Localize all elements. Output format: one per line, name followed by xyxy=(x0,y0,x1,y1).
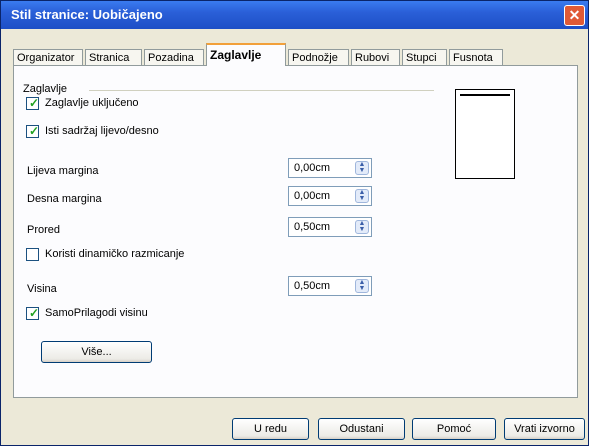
spin-value[interactable]: 0,50cm xyxy=(294,221,330,233)
right-margin-label: Desna margina xyxy=(27,193,102,205)
right-margin-spinbox[interactable]: 0,00cm ▲ ▼ xyxy=(288,186,372,206)
spin-arrows-icon[interactable]: ▲ ▼ xyxy=(355,189,369,203)
checkbox-label: SamoPrilagodi visinu xyxy=(45,307,148,319)
checkmark-icon: ✓ xyxy=(29,306,40,320)
section-divider xyxy=(89,90,434,91)
checkbox[interactable]: ✓ xyxy=(26,124,40,138)
left-margin-spinbox[interactable]: 0,00cm ▲ ▼ xyxy=(288,158,372,178)
help-button[interactable]: Pomoć xyxy=(412,418,496,440)
tab-organizator[interactable]: Organizator xyxy=(13,49,83,66)
spacing-spinbox[interactable]: 0,50cm ▲ ▼ xyxy=(288,217,372,237)
height-spinbox[interactable]: 0,50cm ▲ ▼ xyxy=(288,276,372,296)
spin-value[interactable]: 0,00cm xyxy=(294,190,330,202)
window-title: Stil stranice: Uobičajeno xyxy=(11,7,163,22)
checkmark-icon: ✓ xyxy=(29,124,40,138)
checkbox-label: Zaglavlje uključeno xyxy=(45,97,139,109)
page-preview xyxy=(455,89,515,179)
checkbox[interactable]: ✓ xyxy=(26,96,40,110)
close-icon: ✕ xyxy=(568,7,581,23)
checkbox-label: Isti sadržaj lijevo/desno xyxy=(45,125,159,137)
tab-stranica[interactable]: Stranica xyxy=(85,49,142,66)
section-title: Zaglavlje xyxy=(23,83,68,95)
tab-pozadina[interactable]: Pozadina xyxy=(144,49,204,66)
cancel-button[interactable]: Odustani xyxy=(318,418,405,440)
checkmark-icon: ✓ xyxy=(29,96,40,110)
spin-arrows-icon[interactable]: ▲ ▼ xyxy=(355,161,369,175)
tab-rubovi[interactable]: Rubovi xyxy=(351,49,400,66)
reset-button[interactable]: Vrati izvorno xyxy=(504,418,585,440)
height-label: Visina xyxy=(27,283,57,295)
left-margin-label: Lijeva margina xyxy=(27,165,99,177)
checkbox-label: Koristi dinamičko razmicanje xyxy=(45,248,185,260)
spin-arrows-icon[interactable]: ▲ ▼ xyxy=(355,279,369,293)
spin-value[interactable]: 0,50cm xyxy=(294,280,330,292)
checkbox[interactable] xyxy=(26,248,39,261)
tab-zaglavlje[interactable]: Zaglavlje xyxy=(206,43,286,66)
tab-fusnota[interactable]: Fusnota xyxy=(449,49,503,66)
ok-button[interactable]: U redu xyxy=(232,418,309,440)
close-button[interactable]: ✕ xyxy=(564,5,585,26)
preview-header-line xyxy=(460,94,510,100)
spin-arrows-icon[interactable]: ▲ ▼ xyxy=(355,220,369,234)
tab-stupci[interactable]: Stupci xyxy=(402,49,447,66)
tab-podnozje[interactable]: Podnožje xyxy=(288,49,349,66)
more-button[interactable]: Više... xyxy=(41,341,152,363)
checkbox[interactable]: ✓ xyxy=(26,306,40,320)
page-style-dialog: Stil stranice: Uobičajeno ✕ Organizator … xyxy=(0,0,589,446)
spin-value[interactable]: 0,00cm xyxy=(294,162,330,174)
spacing-label: Prored xyxy=(27,224,61,236)
title-bar[interactable]: Stil stranice: Uobičajeno ✕ xyxy=(1,1,588,29)
